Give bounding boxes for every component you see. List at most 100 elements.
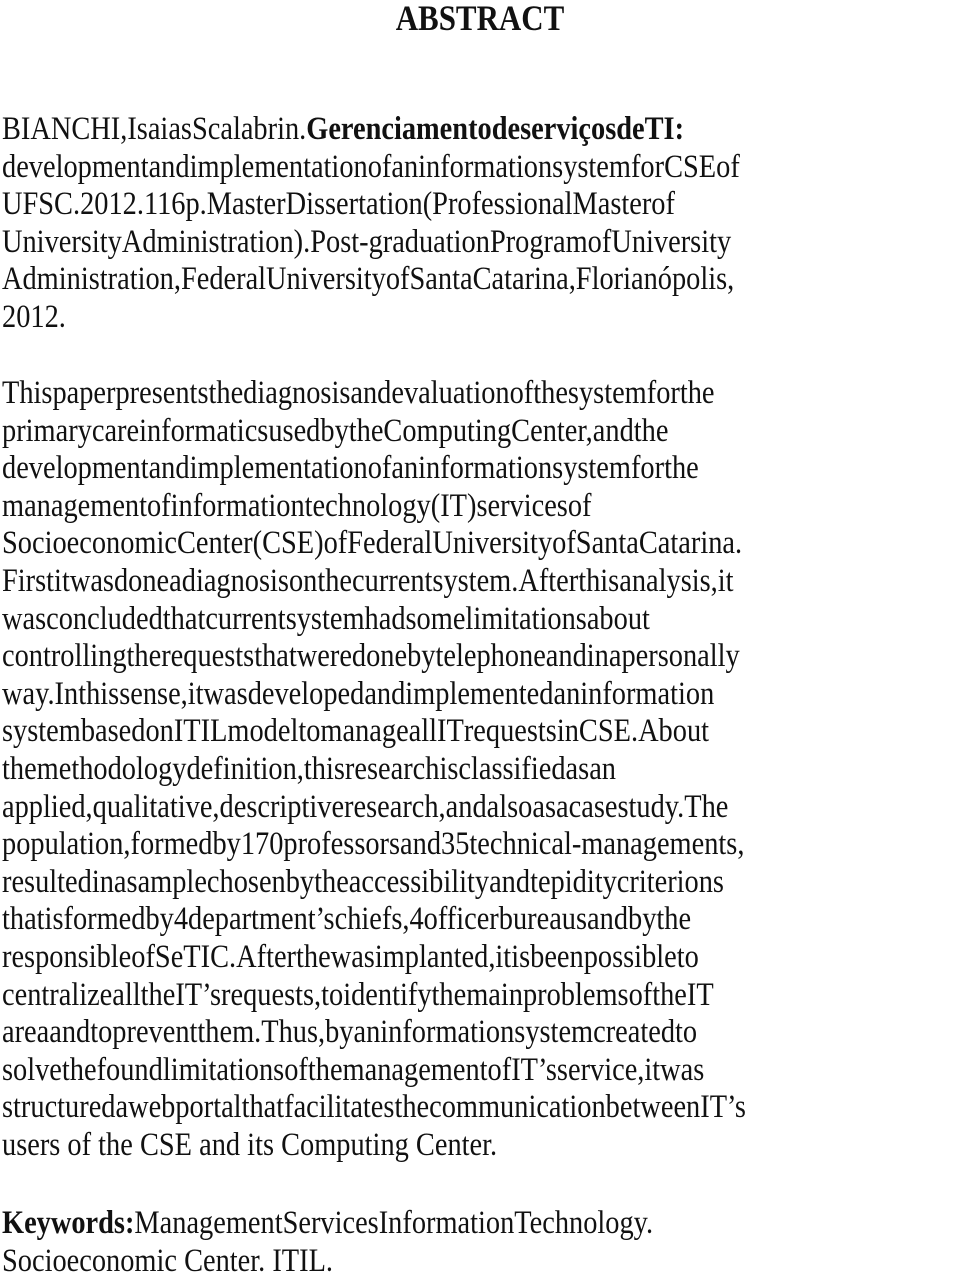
keyword-word: Management: [134, 1205, 283, 1241]
abstract-word: done: [351, 638, 408, 675]
abstract-word: of: [509, 375, 534, 411]
abstract-word: information: [418, 450, 553, 487]
abstract-word: and: [148, 450, 190, 487]
abstract-word: the: [208, 375, 244, 411]
work-title-word: serviços: [520, 111, 617, 147]
abstract-line: population,formedby170professorsand35tec…: [2, 826, 955, 864]
abstract-word: services: [476, 487, 568, 524]
abstract-word: system: [567, 375, 647, 411]
abstract-word: the: [679, 375, 715, 411]
abstract-word: service,: [556, 1051, 645, 1088]
reference-word: of: [385, 261, 410, 298]
abstract-word: as: [532, 788, 557, 825]
reference-word: University: [2, 223, 122, 260]
abstract-word: Center,: [511, 412, 593, 449]
abstract-word: and: [489, 863, 531, 900]
abstract-word: technology: [304, 487, 431, 524]
reference-line: UniversityAdministration).Post-graduatio…: [2, 224, 955, 262]
abstract-word: to: [90, 1014, 113, 1051]
abstract-word: centralize: [2, 976, 113, 1013]
abstract-word: and: [364, 675, 406, 712]
reference-word: Scalabrin.: [191, 111, 307, 147]
abstract-word: professors: [283, 826, 401, 863]
abstract-word: communication: [429, 1089, 606, 1126]
abstract-word: chiefs,: [334, 901, 410, 938]
abstract-word: to: [298, 713, 321, 750]
abstract-word: informatics: [139, 412, 269, 449]
abstract-word: implementation: [189, 450, 368, 487]
reference-word: information: [418, 148, 553, 185]
abstract-line: structuredawebportalthatfacilitatestheco…: [2, 1089, 955, 1127]
abstract-word: was: [330, 938, 375, 975]
page-title: ABSTRACT: [395, 0, 565, 38]
abstract-word: department’s: [188, 901, 335, 938]
abstract-word: classified: [458, 750, 566, 787]
abstract-word: manage: [320, 713, 409, 750]
abstract-word: About: [638, 713, 710, 750]
abstract-word: area: [2, 1014, 50, 1051]
abstract-word: of: [67, 1126, 92, 1163]
abstract-word: the: [126, 638, 162, 675]
abstract-word: by: [320, 412, 349, 449]
abstract-word: evaluation: [391, 375, 510, 411]
abstract-word: facilitates: [284, 1089, 395, 1126]
abstract-word: 35: [441, 826, 470, 863]
abstract-word: the: [307, 1051, 343, 1088]
abstract-word: and: [587, 901, 629, 938]
abstract-word: primary: [2, 412, 92, 449]
reference-word: Catarina,: [472, 261, 576, 298]
reference-word: of: [587, 223, 612, 260]
keywords-line: Socioeconomic Center. ITIL.: [2, 1243, 955, 1280]
abstract-word: that: [254, 638, 297, 675]
abstract-word: is: [44, 901, 64, 938]
abstract-word: research: [344, 750, 440, 787]
keyword-word: Services: [282, 1205, 379, 1241]
abstract-word: 4: [409, 901, 424, 938]
abstract-word: requests: [161, 638, 255, 675]
abstract-word: to: [676, 938, 699, 975]
abstract-line: way.Inthissense,itwasdevelopedandimpleme…: [2, 676, 955, 714]
abstract-word: by: [145, 901, 174, 938]
abstract-line: SocioeconomicCenter(CSE)ofFederalUnivers…: [2, 525, 955, 563]
abstract-word: of: [323, 525, 348, 562]
work-title-word: Gerenciamento: [306, 111, 492, 147]
abstract-word: accessibility: [348, 863, 490, 900]
reference-word: system: [552, 148, 631, 185]
abstract-word: SeTIC.: [154, 938, 237, 975]
abstract-word: (IT): [430, 487, 477, 524]
reference-line: developmentandimplementationofaninformat…: [2, 149, 955, 187]
abstract-line: primarycareinformaticsusedbytheComputing…: [2, 413, 955, 451]
reference-word: (Professional: [422, 186, 573, 223]
abstract-word: sample: [126, 863, 207, 900]
abstract-line: controllingtherequeststhatweredonebytele…: [2, 638, 955, 676]
abstract-word: also: [486, 788, 533, 825]
keyword-word: Information: [378, 1205, 515, 1241]
abstract-word: of: [567, 487, 592, 524]
abstract-word: IT: [686, 976, 714, 1013]
abstract-word: Computing: [281, 1126, 409, 1163]
abstract-word: tepidity: [530, 863, 617, 900]
abstract-word: IT’s: [700, 1089, 746, 1126]
abstract-word: for: [630, 450, 665, 487]
reference-word: Florianópolis,: [575, 261, 735, 298]
reference-word: 2012.: [80, 186, 144, 223]
abstract-word: an: [553, 675, 581, 712]
reference-word: 2012.: [2, 298, 66, 335]
abstract-word: been: [530, 938, 584, 975]
abstract-word: the: [314, 863, 349, 900]
abstract-word: a: [556, 788, 569, 825]
abstract-word: current: [352, 562, 433, 599]
abstract-word: it: [717, 562, 734, 599]
abstract-word: requests: [463, 713, 557, 750]
reference-word: for: [630, 148, 665, 185]
reference-line: BIANCHI,IsaiasScalabrin.Gerenciamentodes…: [2, 111, 955, 149]
abstract-word: this: [78, 675, 120, 712]
abstract-word: research,: [344, 788, 446, 825]
abstract-word: on: [145, 713, 174, 750]
abstract-word: was: [203, 675, 248, 712]
abstract-word: and: [592, 412, 634, 449]
abstract-word: The: [684, 788, 729, 825]
abstract-word: between: [605, 1089, 701, 1126]
abstract-word: the: [394, 1089, 430, 1126]
abstract-word: found: [96, 1051, 163, 1088]
